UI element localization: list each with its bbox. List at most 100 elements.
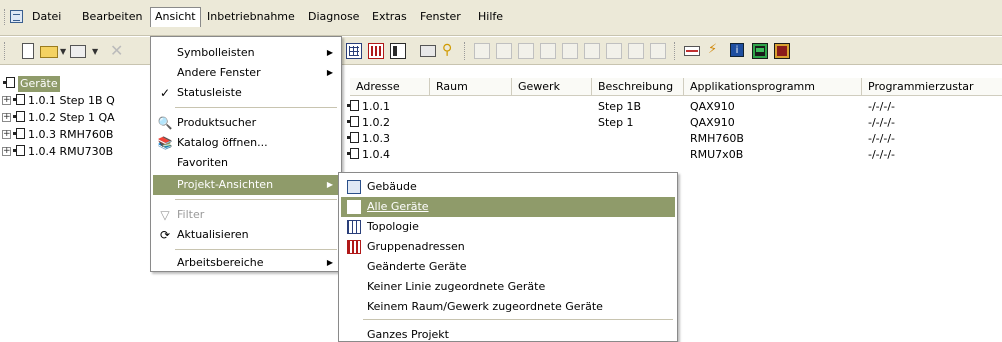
submenu-item-keiner-linie[interactable]: Keiner Linie zugeordnete Geräte (341, 277, 675, 297)
menu-bearbeiten[interactable]: Bearbeiten (78, 7, 146, 27)
catalog-icon: 📚 (157, 136, 173, 150)
submenu-item-alle-geraete[interactable]: Alle Geräte (341, 197, 675, 217)
tree-item[interactable]: + 1.0.3 RMH760B (0, 127, 113, 143)
find-icon[interactable]: ⚲ (442, 42, 452, 58)
menu-item-filter: ▽ Filter (153, 205, 339, 225)
info-icon[interactable]: i (730, 43, 744, 57)
menu-item-favoriten[interactable]: Favoriten (153, 153, 339, 173)
topology-icon (347, 220, 361, 234)
group-address-view-icon[interactable] (368, 43, 384, 59)
catalog-icon[interactable] (70, 45, 86, 58)
menu-extras[interactable]: Extras (368, 7, 411, 27)
all-devices-icon (347, 200, 361, 214)
menu-item-arbeitsbereiche[interactable]: Arbeitsbereiche ▶ (153, 253, 339, 273)
menu-datei-label: Datei (32, 10, 62, 23)
expand-icon[interactable]: + (2, 130, 11, 139)
expand-icon[interactable]: + (2, 113, 11, 122)
table-row[interactable]: 1.0.4 (346, 148, 390, 162)
cell-applikation: RMH760B (690, 132, 744, 145)
catalog-dropdown-arrow-icon[interactable]: ▼ (92, 47, 98, 56)
delete-icon[interactable]: ✕ (110, 41, 123, 60)
submenu-item-gebaeude[interactable]: Gebäude (341, 177, 675, 197)
toolbar-grip-2[interactable] (464, 42, 467, 60)
submenu-item-geaenderte-geraete[interactable]: Geänderte Geräte (341, 257, 675, 277)
menu-datei[interactable]: Datei (28, 7, 65, 27)
menu-item-andere-fenster[interactable]: Andere Fenster ▶ (153, 63, 339, 83)
cell-zustand: -/-/-/- (868, 132, 895, 145)
toolbar-grip[interactable] (4, 42, 7, 60)
topology-view-icon[interactable] (346, 43, 362, 59)
menu-separator (175, 199, 337, 200)
cell-zustand: -/-/-/- (868, 148, 895, 161)
table-row[interactable]: 1.0.1 (346, 100, 390, 114)
open-dropdown-arrow-icon[interactable]: ▼ (60, 47, 66, 56)
column-header-raum[interactable]: Raum (430, 78, 512, 96)
menu-hilfe[interactable]: Hilfe (474, 7, 507, 27)
menu-diagnose-label: Diagnose (308, 10, 360, 23)
group-address-icon (347, 240, 361, 254)
refresh-icon: ⟳ (159, 228, 171, 242)
monitor-red-icon[interactable] (774, 43, 790, 59)
cell-adresse: 1.0.4 (362, 148, 390, 161)
cell-adresse: 1.0.2 (362, 116, 390, 129)
column-header-gewerk[interactable]: Gewerk (512, 78, 592, 96)
connection-icon[interactable] (684, 46, 700, 56)
expand-icon[interactable]: + (2, 147, 11, 156)
menu-extras-label: Extras (372, 10, 407, 23)
cell-beschreibung: Step 1B (598, 100, 642, 113)
new-file-icon[interactable] (22, 43, 34, 59)
disabled-tool-icon-9 (650, 43, 666, 59)
checkmark-icon: ✓ (159, 86, 171, 100)
submenu-item-label: Alle Geräte (367, 200, 429, 213)
menu-hilfe-label: Hilfe (478, 10, 504, 23)
device-icon (13, 94, 25, 105)
menu-separator (175, 249, 337, 250)
cell-zustand: -/-/-/- (868, 116, 895, 129)
submenu-item-label: Gruppenadressen (367, 240, 465, 253)
menu-bar: Datei Bearbeiten Ansicht Inbetriebnahme … (0, 0, 1002, 36)
tree-root[interactable]: Geräte (3, 76, 60, 92)
submenu-item-ganzes-projekt[interactable]: Ganzes Projekt (341, 325, 675, 342)
open-folder-icon[interactable] (40, 46, 58, 58)
menu-item-aktualisieren[interactable]: ⟳ Aktualisieren (153, 225, 339, 245)
tree-item-label: 1.0.3 RMH760B (28, 128, 114, 141)
device-view-icon[interactable] (390, 43, 406, 59)
menu-item-label: Arbeitsbereiche (177, 256, 264, 269)
projekt-ansichten-submenu: Gebäude Alle Geräte Topologie Gruppenadr… (338, 172, 678, 342)
device-icon (13, 111, 25, 122)
app-system-icon[interactable] (10, 10, 23, 23)
menu-item-label: Produktsucher (177, 116, 257, 129)
cell-adresse: 1.0.3 (362, 132, 390, 145)
download-icon[interactable]: ⚡ (708, 42, 717, 57)
tree-item[interactable]: + 1.0.2 Step 1 QA (0, 110, 115, 126)
submenu-item-gruppenadressen[interactable]: Gruppenadressen (341, 237, 675, 257)
column-header-programmierzustand[interactable]: Programmierzustar (862, 78, 1002, 96)
toolbar-grip-3[interactable] (674, 42, 677, 60)
tree-item[interactable]: + 1.0.4 RMU730B (0, 144, 113, 160)
menu-diagnose[interactable]: Diagnose (304, 7, 363, 27)
menu-item-produktsucher[interactable]: 🔍 Produktsucher (153, 113, 339, 133)
monitor-green-icon[interactable] (752, 43, 768, 59)
menubar-grip[interactable] (4, 9, 7, 25)
menu-inbetriebnahme[interactable]: Inbetriebnahme (203, 7, 299, 27)
table-row[interactable]: 1.0.2 (346, 116, 390, 130)
tree-item[interactable]: + 1.0.1 Step 1B Q (0, 93, 115, 109)
menu-item-symbolleisten[interactable]: Symbolleisten ▶ (153, 43, 339, 63)
submenu-item-keinem-raum[interactable]: Keinem Raum/Gewerk zugeordnete Geräte (341, 297, 675, 317)
menu-item-katalog-oeffnen[interactable]: 📚 Katalog öffnen... (153, 133, 339, 153)
menu-ansicht[interactable]: Ansicht (150, 7, 201, 27)
submenu-item-topologie[interactable]: Topologie (341, 217, 675, 237)
column-header-adresse[interactable]: Adresse (350, 78, 430, 96)
menu-fenster[interactable]: Fenster (416, 7, 465, 27)
column-header-applikationsprogramm[interactable]: Applikationsprogramm (684, 78, 862, 96)
expand-icon[interactable]: + (2, 96, 11, 105)
column-header-beschreibung[interactable]: Beschreibung (592, 78, 684, 96)
device-icon (13, 128, 25, 139)
menu-item-projekt-ansichten[interactable]: Projekt-Ansichten ▶ (153, 175, 339, 195)
device-icon (347, 148, 359, 159)
print-icon[interactable] (420, 45, 436, 57)
menu-item-statusleiste[interactable]: ✓ Statusleiste (153, 83, 339, 103)
disabled-tool-icon-4 (540, 43, 556, 59)
table-row[interactable]: 1.0.3 (346, 132, 390, 146)
filter-icon: ▽ (160, 208, 170, 222)
